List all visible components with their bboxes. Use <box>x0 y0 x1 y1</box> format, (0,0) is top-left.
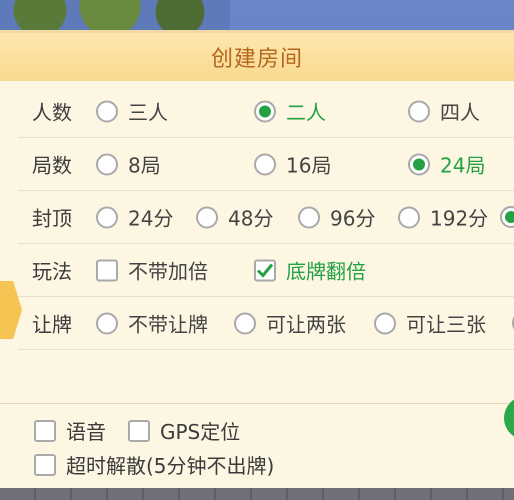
row-label: 玩法 <box>32 259 72 284</box>
checkbox[interactable] <box>128 419 150 442</box>
option-cap-48[interactable]: 48分 <box>196 203 273 232</box>
option-label: 48分 <box>228 206 274 231</box>
create-room-dialog: 创建房间 人数 三人 二人 四人 局数 8局 16局 24局 封顶 24分 48… <box>0 30 514 488</box>
option-timeout-dissolve[interactable]: 超时解散(5分钟不出牌) <box>34 450 274 479</box>
radio-button[interactable] <box>408 100 430 122</box>
game-screen: 创建房间 人数 三人 二人 四人 局数 8局 16局 24局 封顶 24分 48… <box>0 0 514 500</box>
option-no-double[interactable]: 不带加倍 <box>96 256 208 285</box>
row-round-count: 局数 8局 16局 24局 <box>18 138 514 191</box>
option-no-concede[interactable]: 不带让牌 <box>96 309 208 338</box>
option-four-players[interactable]: 四人 <box>408 97 480 126</box>
checkbox-checked[interactable] <box>254 259 276 281</box>
option-bottom-cards-double[interactable]: 底牌翻倍 <box>254 256 366 285</box>
checkbox[interactable] <box>34 453 56 476</box>
dialog-title-bar: 创建房间 <box>0 33 514 81</box>
dialog-title: 创建房间 <box>210 47 303 72</box>
row-concede-cards: 让牌 不带让牌 可让两张 可让三张 <box>18 297 514 350</box>
row-play-mode: 玩法 不带加倍 底牌翻倍 <box>18 244 514 297</box>
option-voice[interactable]: 语音 <box>34 416 106 445</box>
options-area: 人数 三人 二人 四人 局数 8局 16局 24局 封顶 24分 48分 96分… <box>0 85 514 403</box>
option-cap-unlimited[interactable] <box>500 206 514 228</box>
option-cap-24[interactable]: 24分 <box>96 203 173 232</box>
option-concede-three[interactable]: 可让三张 <box>374 309 486 338</box>
option-label: 16局 <box>286 153 332 178</box>
option-label: 24局 <box>440 153 486 178</box>
option-label: 8局 <box>128 153 161 178</box>
option-label: 可让两张 <box>266 312 346 337</box>
option-label: GPS定位 <box>160 420 241 444</box>
option-label: 四人 <box>440 100 480 125</box>
option-24-rounds[interactable]: 24局 <box>408 150 485 179</box>
option-gps[interactable]: GPS定位 <box>128 416 240 445</box>
option-label: 超时解散(5分钟不出牌) <box>66 454 275 478</box>
radio-button[interactable] <box>96 100 118 122</box>
background-trees <box>0 0 230 32</box>
option-label: 三人 <box>128 100 168 125</box>
option-label: 不带加倍 <box>128 259 208 284</box>
radio-button[interactable] <box>96 153 118 175</box>
row-label: 人数 <box>32 100 72 125</box>
option-concede-two[interactable]: 可让两张 <box>234 309 346 338</box>
radio-button[interactable] <box>374 312 396 334</box>
radio-button[interactable] <box>196 206 218 228</box>
option-16-rounds[interactable]: 16局 <box>254 150 331 179</box>
option-three-players[interactable]: 三人 <box>96 97 168 126</box>
option-label: 192分 <box>430 206 489 231</box>
radio-button[interactable] <box>96 206 118 228</box>
option-label: 不带让牌 <box>128 312 208 337</box>
option-label: 底牌翻倍 <box>286 259 366 284</box>
checkbox[interactable] <box>96 259 118 281</box>
option-label: 24分 <box>128 206 174 231</box>
radio-button[interactable] <box>298 206 320 228</box>
row-label: 局数 <box>32 153 72 178</box>
option-label: 可让三张 <box>406 312 486 337</box>
radio-button-selected[interactable] <box>254 100 276 122</box>
radio-button-selected[interactable] <box>408 153 430 175</box>
radio-button[interactable] <box>234 312 256 334</box>
radio-button-selected[interactable] <box>500 206 514 228</box>
option-label: 二人 <box>286 100 326 125</box>
option-two-players[interactable]: 二人 <box>254 97 326 126</box>
option-cap-96[interactable]: 96分 <box>298 203 375 232</box>
option-label: 96分 <box>330 206 376 231</box>
dialog-footer: 语音 GPS定位 超时解散(5分钟不出牌) <box>0 403 514 488</box>
row-score-cap: 封顶 24分 48分 96分 192分 <box>18 191 514 244</box>
radio-button[interactable] <box>398 206 420 228</box>
checkbox[interactable] <box>34 419 56 442</box>
row-label: 封顶 <box>32 206 72 231</box>
row-player-count: 人数 三人 二人 四人 <box>18 85 514 138</box>
option-8-rounds[interactable]: 8局 <box>96 150 161 179</box>
option-cap-192[interactable]: 192分 <box>398 203 488 232</box>
radio-button[interactable] <box>254 153 276 175</box>
option-label: 语音 <box>66 420 106 444</box>
radio-button[interactable] <box>96 312 118 334</box>
row-label: 让牌 <box>32 312 72 337</box>
checkmark-icon <box>256 263 274 278</box>
